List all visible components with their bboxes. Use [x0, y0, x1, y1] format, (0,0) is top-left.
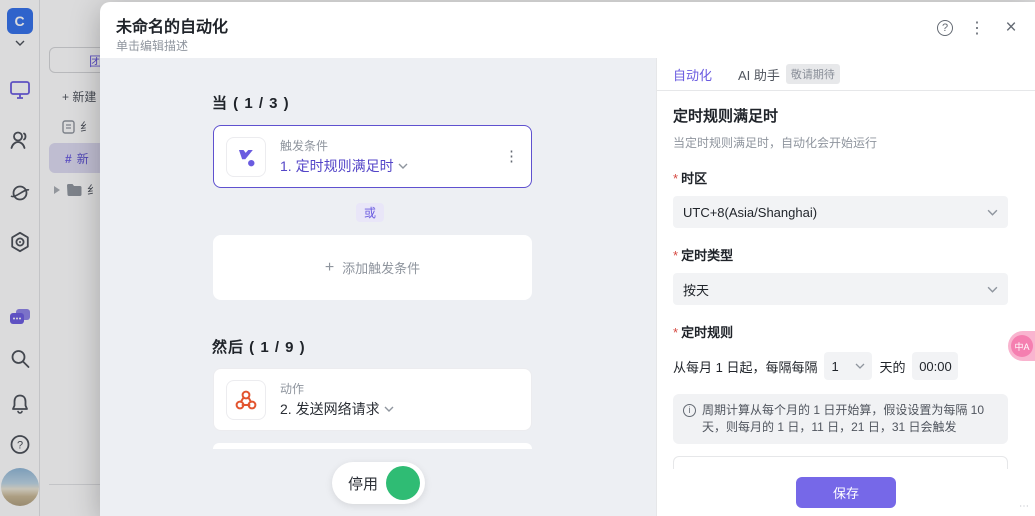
- edit-description-hint[interactable]: 单击编辑描述: [116, 37, 188, 54]
- translate-icon: 中A: [1011, 335, 1033, 357]
- interval-select[interactable]: 1: [824, 352, 872, 380]
- toggle-knob-on[interactable]: [386, 466, 420, 500]
- action-title[interactable]: 2. 发送网络请求: [280, 399, 380, 419]
- then-heading: 然后 ( 1 / 9 ): [212, 336, 306, 357]
- trigger-kicker: 触发条件: [280, 137, 504, 154]
- panel-heading: 定时规则满足时: [673, 105, 1008, 126]
- when-heading: 当 ( 1 / 3 ): [212, 92, 290, 113]
- modal-more-icon[interactable]: ⋮: [967, 18, 987, 38]
- timer-trigger-icon: [226, 137, 266, 177]
- action-node-card[interactable]: 动作 2. 发送网络请求: [213, 368, 532, 431]
- trigger-title[interactable]: 1. 定时规则满足时: [280, 156, 394, 176]
- rule-prefix: 从每月 1 日起，每隔每隔: [673, 357, 817, 376]
- panel-tabbar: 自动化 AI 助手 敬请期待: [657, 58, 1035, 91]
- tab-ai-assistant[interactable]: AI 助手 敬请期待: [738, 64, 840, 84]
- chevron-down-icon: [855, 363, 865, 369]
- corner-dots: ⋯: [1019, 501, 1029, 512]
- trigger-node-card[interactable]: 触发条件 1. 定时规则满足时 ⋮: [213, 125, 532, 188]
- rule-info-text: 周期计算从每个月的 1 日开始算，假设设置为每隔 10 天，则每月的 1 日，1…: [702, 402, 998, 436]
- modal-close-icon[interactable]: ×: [1001, 18, 1021, 38]
- chevron-down-icon: [384, 406, 394, 412]
- rule-info-box: i 周期计算从每个月的 1 日开始算，假设设置为每隔 10 天，则每月的 1 日…: [673, 394, 1008, 444]
- chevron-down-icon: [987, 209, 998, 216]
- chevron-down-icon: [987, 286, 998, 293]
- trigger-more-icon[interactable]: ⋮: [504, 149, 519, 164]
- schedule-rule-row: 从每月 1 日起，每隔每隔 1 天的 00:00: [673, 352, 1008, 380]
- enable-toggle[interactable]: 停用: [332, 462, 425, 504]
- preview-box: 预览最近10次执行时间 2024-09-16 00:00 UTC+8(Asia/…: [673, 456, 1008, 469]
- action-kicker: 动作: [280, 380, 519, 397]
- webhook-action-icon: [226, 380, 266, 420]
- tab-automation[interactable]: 自动化: [673, 65, 712, 84]
- timezone-select[interactable]: UTC+8(Asia/Shanghai): [673, 196, 1008, 228]
- add-trigger-button[interactable]: + 添加触发条件: [213, 235, 532, 300]
- next-card-peek: [213, 443, 532, 449]
- automation-title[interactable]: 未命名的自动化: [116, 13, 228, 37]
- config-panel: 自动化 AI 助手 敬请期待 定时规则满足时 当定时规则满足时，自动化会开始运行…: [656, 58, 1035, 516]
- translate-widget[interactable]: 中A: [1008, 331, 1035, 361]
- panel-content: 定时规则满足时 当定时规则满足时，自动化会开始运行 *时区 UTC+8(Asia…: [657, 91, 1035, 469]
- coming-soon-badge: 敬请期待: [786, 64, 840, 84]
- schedule-rule-label: *定时规则: [673, 322, 1008, 341]
- time-input[interactable]: 00:00: [912, 352, 958, 380]
- timezone-label: *时区: [673, 168, 1008, 187]
- automation-editor-modal: 未命名的自动化 单击编辑描述 ? ⋮ × 当 ( 1 / 3 ) 触发条件 1.…: [100, 2, 1035, 516]
- modal-header: 未命名的自动化 单击编辑描述 ? ⋮ ×: [100, 2, 1035, 58]
- schedule-type-select[interactable]: 按天: [673, 273, 1008, 305]
- plus-icon: +: [325, 259, 334, 277]
- automation-canvas: 当 ( 1 / 3 ) 触发条件 1. 定时规则满足时 ⋮ 或 + 添加触发条件: [100, 58, 656, 516]
- toggle-label: 停用: [348, 473, 378, 494]
- schedule-type-label: *定时类型: [673, 245, 1008, 264]
- rule-unit: 天的: [879, 357, 905, 376]
- or-badge: 或: [356, 203, 384, 222]
- chevron-down-icon: [398, 163, 408, 169]
- save-button[interactable]: 保存: [796, 477, 896, 508]
- info-icon: i: [683, 404, 696, 417]
- panel-footer: 保存: [657, 469, 1035, 516]
- modal-help-icon[interactable]: ?: [937, 20, 953, 36]
- panel-description: 当定时规则满足时，自动化会开始运行: [673, 134, 1008, 151]
